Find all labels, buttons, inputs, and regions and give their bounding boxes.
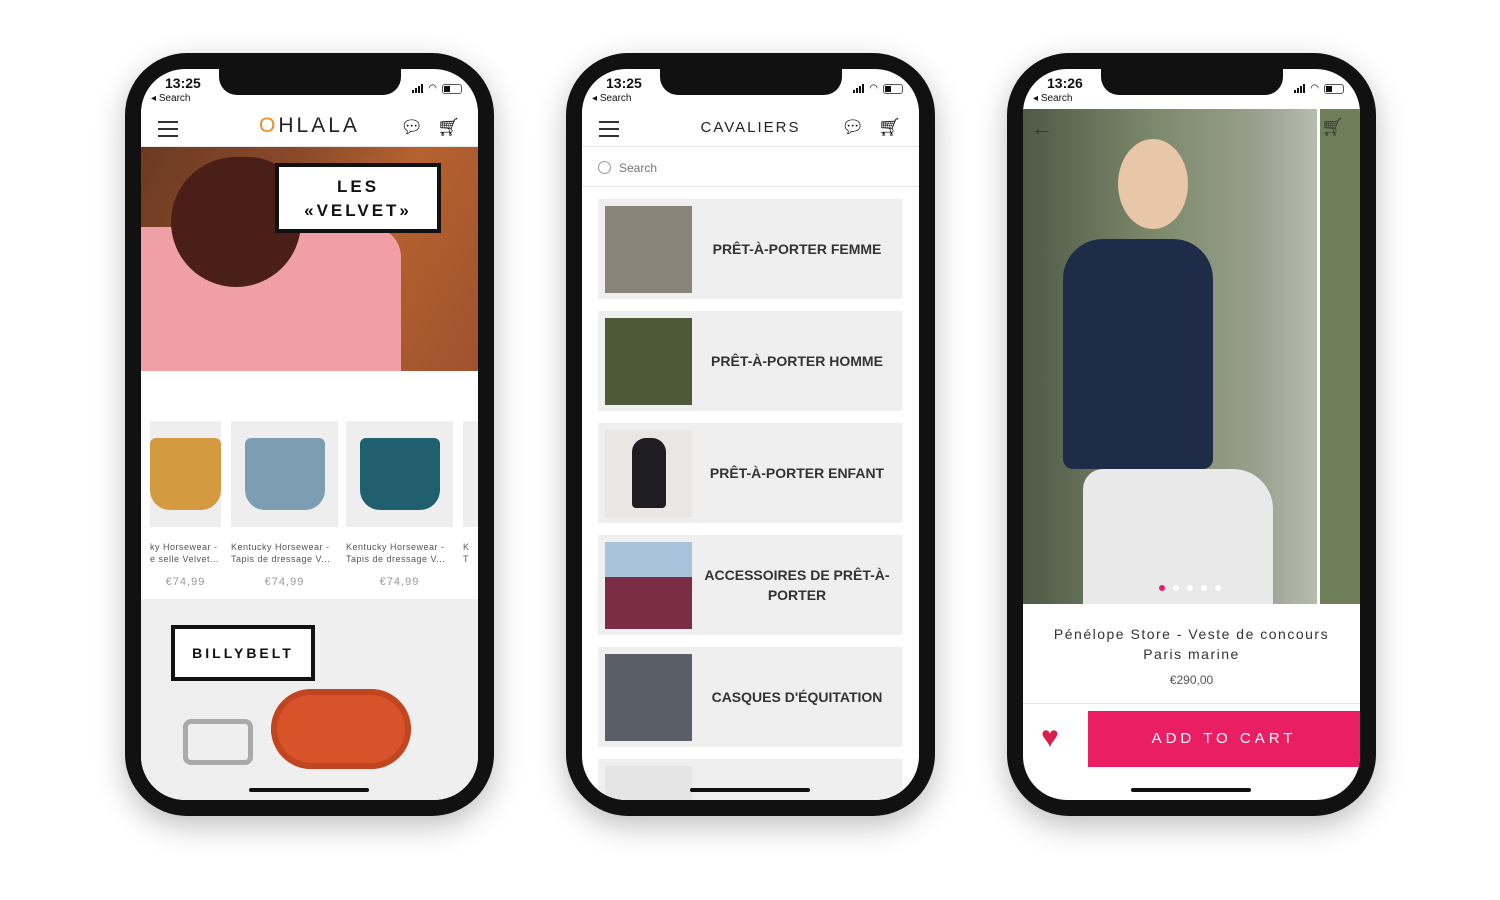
- product-photo-jacket: [1063, 239, 1213, 469]
- belt-image: [271, 689, 411, 769]
- signal-icon: [412, 84, 424, 93]
- notch: [1101, 69, 1283, 95]
- carousel-dots[interactable]: [1159, 585, 1221, 591]
- product-card[interactable]: Kentucky Horsewear - Tapis de dressage V.…: [231, 421, 338, 588]
- velvet-bubble: LES «VELVET»: [275, 163, 441, 233]
- cart-icon[interactable]: 🛒︎: [878, 117, 901, 138]
- product-image: [150, 438, 221, 510]
- back-to-search-link[interactable]: ◂ Search: [592, 93, 632, 104]
- signal-icon: [853, 84, 865, 93]
- phone-home: 13:25 ◂ Search ◠ OHLALA 💬︎ 🛒︎ LES «VELVET…: [125, 53, 494, 816]
- carousel-dot[interactable]: [1215, 585, 1221, 591]
- phone-product: 13:26 ◂ Search ◠ ← 🛒︎ Pénélope Store - V…: [1007, 53, 1376, 816]
- product-price: €74,99: [379, 576, 420, 588]
- billybelt-banner[interactable]: BILLYBELT: [141, 599, 478, 800]
- back-label: Search: [158, 93, 191, 104]
- product-price: €74,99: [264, 576, 305, 588]
- carousel-dot[interactable]: [1159, 585, 1165, 591]
- carousel-dot[interactable]: [1173, 585, 1179, 591]
- home-indicator: [249, 788, 369, 792]
- category-image: [605, 429, 692, 517]
- wifi-icon: ◠: [428, 83, 437, 94]
- category-label: PRÊT-À-PORTER FEMME: [712, 241, 882, 257]
- next-image-peek: [1317, 109, 1360, 604]
- product-image-carousel[interactable]: ← 🛒︎: [1023, 109, 1360, 604]
- carousel-dot[interactable]: [1201, 585, 1207, 591]
- product-card[interactable]: Kentucky Horsewear - Tapis de dressage V.…: [346, 421, 453, 588]
- home-indicator: [1131, 788, 1251, 792]
- back-to-search-link[interactable]: ◂ Search: [151, 93, 191, 104]
- billybelt-bubble: BILLYBELT: [171, 625, 315, 681]
- category-label: PRÊT-À-PORTER ENFANT: [709, 465, 885, 481]
- category-label: CASQUES D'ÉQUITATION: [711, 689, 883, 705]
- category-item[interactable]: [598, 759, 902, 800]
- search-icon: [598, 161, 611, 174]
- cart-icon[interactable]: 🛒︎: [437, 117, 460, 138]
- back-to-search-link[interactable]: ◂ Search: [1033, 93, 1073, 104]
- chat-icon[interactable]: 💬︎: [400, 117, 423, 138]
- back-label: Search: [1040, 93, 1073, 104]
- status-time: 13:26: [1047, 75, 1083, 91]
- carousel-dot[interactable]: [1187, 585, 1193, 591]
- product-title: Tapis de dressage V...: [231, 554, 331, 564]
- wifi-icon: ◠: [1310, 83, 1319, 94]
- category-label: ACCESSOIRES DE PRÊT-À-PORTER: [704, 567, 890, 603]
- battery-icon: [1324, 83, 1344, 94]
- category-item[interactable]: PRÊT-À-PORTER HOMME: [598, 311, 902, 411]
- favorite-heart-icon[interactable]: ♥: [1041, 721, 1059, 755]
- search-bar[interactable]: [582, 149, 919, 187]
- product-title: Pénélope Store - Veste de concours Paris…: [1053, 626, 1330, 662]
- status-time: 13:25: [165, 75, 201, 91]
- product-card[interactable]: KT: [463, 421, 478, 565]
- belt-buckle: [183, 719, 253, 765]
- battery-icon: [442, 83, 462, 94]
- product-title: ky Horsewear -: [150, 542, 218, 552]
- notch: [660, 69, 842, 95]
- battery-icon: [883, 83, 903, 94]
- category-label: PRÊT-À-PORTER HOMME: [711, 353, 883, 369]
- add-to-cart-button[interactable]: ADD TO CART: [1088, 711, 1360, 767]
- category-item[interactable]: PRÊT-À-PORTER ENFANT: [598, 423, 902, 523]
- status-time: 13:25: [606, 75, 642, 91]
- product-title: Tapis de dressage V...: [346, 554, 446, 564]
- app-header: CAVALIERS 💬︎ 🛒︎: [582, 109, 919, 147]
- phone-category: 13:25 ◂ Search ◠ CAVALIERS 💬︎🛒︎ PRÊT-À-P…: [566, 53, 935, 816]
- search-input[interactable]: [619, 160, 819, 175]
- product-card[interactable]: ky Horsewear - e selle Velvet... €74,99: [150, 421, 221, 588]
- divider: [1023, 703, 1360, 704]
- product-image: [244, 438, 325, 510]
- product-title: e selle Velvet...: [150, 554, 220, 564]
- category-image: [605, 765, 692, 800]
- notch: [219, 69, 401, 95]
- product-price: €290,00: [1169, 673, 1214, 687]
- category-item[interactable]: ACCESSOIRES DE PRÊT-À-PORTER: [598, 535, 902, 635]
- product-title: K: [463, 542, 470, 552]
- category-image: [605, 541, 692, 629]
- product-title: T: [463, 554, 469, 564]
- chat-icon[interactable]: 💬︎: [841, 117, 864, 138]
- back-label: Search: [599, 93, 632, 104]
- wifi-icon: ◠: [869, 83, 878, 94]
- category-image: [605, 317, 692, 405]
- cart-icon[interactable]: 🛒︎: [1321, 117, 1344, 138]
- category-image: [605, 653, 692, 741]
- back-arrow-icon[interactable]: ←: [1031, 115, 1053, 141]
- product-photo-head: [1118, 139, 1188, 229]
- product-photo-legs: [1083, 469, 1273, 604]
- signal-icon: [1294, 84, 1306, 93]
- category-item[interactable]: CASQUES D'ÉQUITATION: [598, 647, 902, 747]
- product-title: Kentucky Horsewear -: [346, 542, 445, 552]
- product-title: Kentucky Horsewear -: [231, 542, 330, 552]
- category-image: [605, 205, 692, 293]
- product-price: €74,99: [165, 576, 206, 588]
- app-header: OHLALA 💬︎ 🛒︎: [141, 109, 478, 147]
- category-item[interactable]: PRÊT-À-PORTER FEMME: [598, 199, 902, 299]
- hero-banner[interactable]: LES «VELVET»: [141, 147, 478, 371]
- home-indicator: [690, 788, 810, 792]
- product-image: [359, 438, 440, 510]
